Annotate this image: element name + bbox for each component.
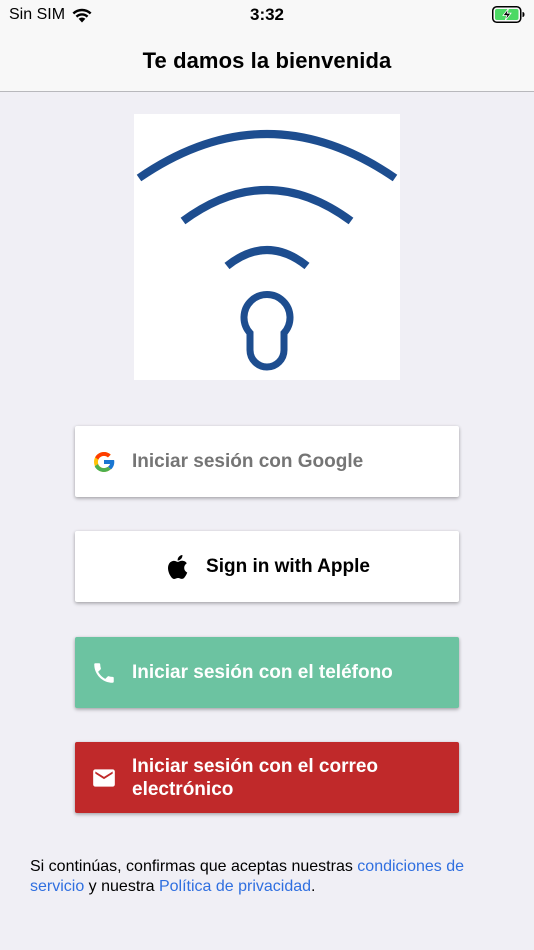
google-sign-in-button[interactable]: Iniciar sesión con Google [75,426,459,497]
terms-prefix: Si continúas, confirmas que aceptas nues… [30,858,358,875]
terms-suffix: . [311,878,316,895]
phone-sign-in-label: Iniciar sesión con el teléfono [132,662,393,683]
apple-sign-in-content: Sign in with Apple [164,554,370,580]
navigation-bar: Te damos la bienvenida [0,30,534,92]
phone-icon [91,660,117,686]
mail-icon [91,765,117,791]
terms-middle: y nuestra [84,878,159,895]
status-bar: Sin SIM 3:32 [0,0,534,30]
privacy-policy-link[interactable]: Política de privacidad [159,878,311,895]
email-sign-in-label: Iniciar sesión con el correo electrónico [132,755,379,800]
phone-sign-in-button[interactable]: Iniciar sesión con el teléfono [75,637,459,708]
wifi-keyhole-logo-icon [136,130,398,371]
battery-charging-icon [492,6,525,23]
email-sign-in-button[interactable]: Iniciar sesión con el correo electrónico [75,742,459,813]
apple-sign-in-button[interactable]: Sign in with Apple [75,531,459,602]
google-sign-in-label: Iniciar sesión con Google [132,451,364,472]
page-title: Te damos la bienvenida [142,47,392,73]
status-time: 3:32 [249,5,285,24]
google-icon [91,449,117,475]
apple-sign-in-label: Sign in with Apple [206,556,370,577]
apple-icon [164,554,190,580]
app-logo [134,114,400,380]
terms-notice: Si continúas, confirmas que aceptas nues… [30,857,510,897]
